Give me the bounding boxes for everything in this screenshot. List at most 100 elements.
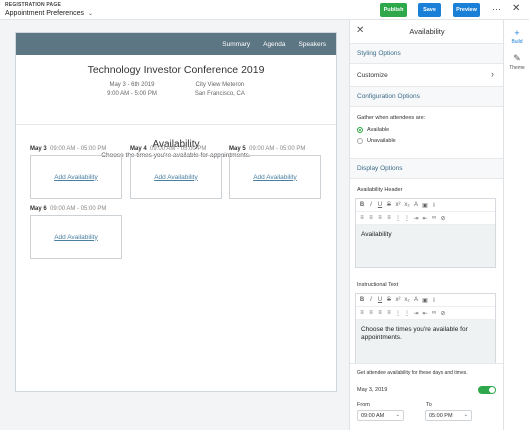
settings-panel: ✕ Availability Styling Options Customize… [349,20,504,430]
to-time-select[interactable]: 05:00 PM ⌄ [425,410,472,421]
underline-icon[interactable]: U [377,297,383,303]
page-preview: Summary Agenda Speakers Technology Inves… [15,32,337,392]
event-time-range: 9:00 AM - 5:00 PM [107,91,157,97]
clear-format-icon[interactable]: Ⅰ [431,297,437,304]
chevron-right-icon: › [491,69,494,79]
availability-header-label: Availability Header [357,187,403,193]
unlink-icon[interactable]: ⊘ [440,215,446,222]
underline-icon[interactable]: U [377,202,383,208]
day-card: May 6 09:00 AM - 05:00 PM Add Availabili… [30,206,122,259]
subscript-icon[interactable]: x₂ [404,297,410,303]
link-icon[interactable]: ∞ [431,310,437,316]
preview-button[interactable]: Preview [453,3,480,17]
day-card: May 3 09:00 AM - 05:00 PM Add Availabili… [30,146,122,199]
bullet-list-icon[interactable]: ⋮ [395,215,401,222]
day-time: 09:00 AM - 05:00 PM [249,146,306,152]
radio-available-label: Available [367,126,390,133]
clear-format-icon[interactable]: Ⅰ [431,202,437,209]
align-left-icon[interactable]: ≡ [359,310,365,316]
align-left-icon[interactable]: ≡ [359,215,365,221]
justify-icon[interactable]: ≡ [386,215,392,221]
strikethrough-icon[interactable]: S [386,297,392,303]
publish-button[interactable]: Publish [380,3,407,17]
instructional-text-editor[interactable]: B I U S x² x₂ A ▣ Ⅰ ≡ ≡ ≡ ≡ ⋮ ⋮ ⇥ ⇤ ∞ ⊘ [355,293,496,364]
add-availability-link[interactable]: Add Availability [253,174,297,181]
add-availability-link[interactable]: Add Availability [154,174,198,181]
font-color-icon[interactable]: A [413,202,419,208]
align-right-icon[interactable]: ≡ [377,215,383,221]
from-label: From [357,402,370,408]
indent-icon[interactable]: ⇥ [413,215,419,222]
day-date-label: May 3, 2019 [357,387,388,393]
align-center-icon[interactable]: ≡ [368,215,374,221]
page-selector[interactable]: Appointment Preferences ⌄ [5,10,93,17]
display-options-header: Display Options [350,159,503,179]
justify-icon[interactable]: ≡ [386,310,392,316]
event-title: Technology Investor Conference 2019 [87,64,265,76]
panel-title: Availability [409,27,445,36]
day-enabled-toggle[interactable] [478,386,496,394]
align-center-icon[interactable]: ≡ [368,310,374,316]
more-options-icon[interactable]: ··· [492,4,501,14]
event-where: City View Meteron San Francisco, CA [195,81,245,99]
bold-icon[interactable]: B [359,297,365,303]
italic-icon[interactable]: I [368,202,374,208]
superscript-icon[interactable]: x² [395,297,401,303]
nav-link-speakers[interactable]: Speakers [299,41,326,48]
align-right-icon[interactable]: ≡ [377,310,383,316]
nav-link-summary[interactable]: Summary [222,41,250,48]
chevron-down-icon: ⌄ [395,412,400,418]
numbered-list-icon[interactable]: ⋮ [404,310,410,317]
close-icon[interactable]: ✕ [512,3,520,14]
radio-available[interactable]: Available [350,124,503,135]
save-button[interactable]: Save [418,3,441,17]
numbered-list-icon[interactable]: ⋮ [404,215,410,222]
event-venue: City View Meteron [195,82,245,88]
top-bar: REGISTRATION PAGE Appointment Preference… [0,0,529,20]
radio-unavailable[interactable]: Unavailable [350,135,503,146]
align-toolbar: ≡ ≡ ≡ ≡ ⋮ ⋮ ⇥ ⇤ ∞ ⊘ [356,307,495,320]
add-availability-link[interactable]: Add Availability [54,174,98,181]
day-card: May 5 09:00 AM - 05:00 PM Add Availabili… [229,146,321,199]
configuration-options-header: Configuration Options [350,87,503,107]
highlight-icon[interactable]: ▣ [422,202,428,209]
theme-tab[interactable]: ✎ Theme [504,53,529,71]
instructional-text-value[interactable]: Choose the times you're available for ap… [356,320,495,363]
build-tab[interactable]: + Build [504,28,529,45]
day-date: May 5 [229,146,246,152]
format-toolbar: B I U S x² x₂ A ▣ Ⅰ [356,294,495,307]
outdent-icon[interactable]: ⇤ [422,215,428,222]
outdent-icon[interactable]: ⇤ [422,310,428,317]
customize-row[interactable]: Customize › [350,64,503,87]
availability-header-text[interactable]: Availability [356,225,495,267]
customize-label: Customize [357,71,388,79]
unlink-icon[interactable]: ⊘ [440,310,446,317]
availability-header-editor[interactable]: B I U S x² x₂ A ▣ Ⅰ ≡ ≡ ≡ ≡ ⋮ ⋮ ⇥ ⇤ ∞ ⊘ [355,198,496,268]
day-time: 09:00 AM - 05:00 PM [50,206,107,212]
italic-icon[interactable]: I [368,297,374,303]
strikethrough-icon[interactable]: S [386,202,392,208]
build-label: Build [511,39,523,45]
from-time-select[interactable]: 09:00 AM ⌄ [357,410,404,421]
day-date: May 6 [30,206,47,212]
add-availability-link[interactable]: Add Availability [54,234,98,241]
day-time: 09:00 AM - 05:00 PM [150,146,207,152]
instructional-text-label: Instructional Text [357,282,399,288]
bold-icon[interactable]: B [359,202,365,208]
radio-unavailable-label: Unavailable [367,137,396,144]
font-color-icon[interactable]: A [413,297,419,303]
plus-icon: + [514,28,520,38]
to-label: To [426,402,432,408]
superscript-icon[interactable]: x² [395,202,401,208]
indent-icon[interactable]: ⇥ [413,310,419,317]
bullet-list-icon[interactable]: ⋮ [395,310,401,317]
nav-link-agenda[interactable]: Agenda [263,41,285,48]
highlight-icon[interactable]: ▣ [422,297,428,304]
link-icon[interactable]: ∞ [431,215,437,221]
styling-options-header: Styling Options [350,44,503,64]
subscript-icon[interactable]: x₂ [404,202,410,208]
side-rail: + Build ✎ Theme [503,20,529,430]
event-date-range: May 3 - 6th 2019 [109,82,155,88]
page-nav-bar: Summary Agenda Speakers [16,33,336,55]
gather-label: Gather when attendees are: [357,115,426,121]
